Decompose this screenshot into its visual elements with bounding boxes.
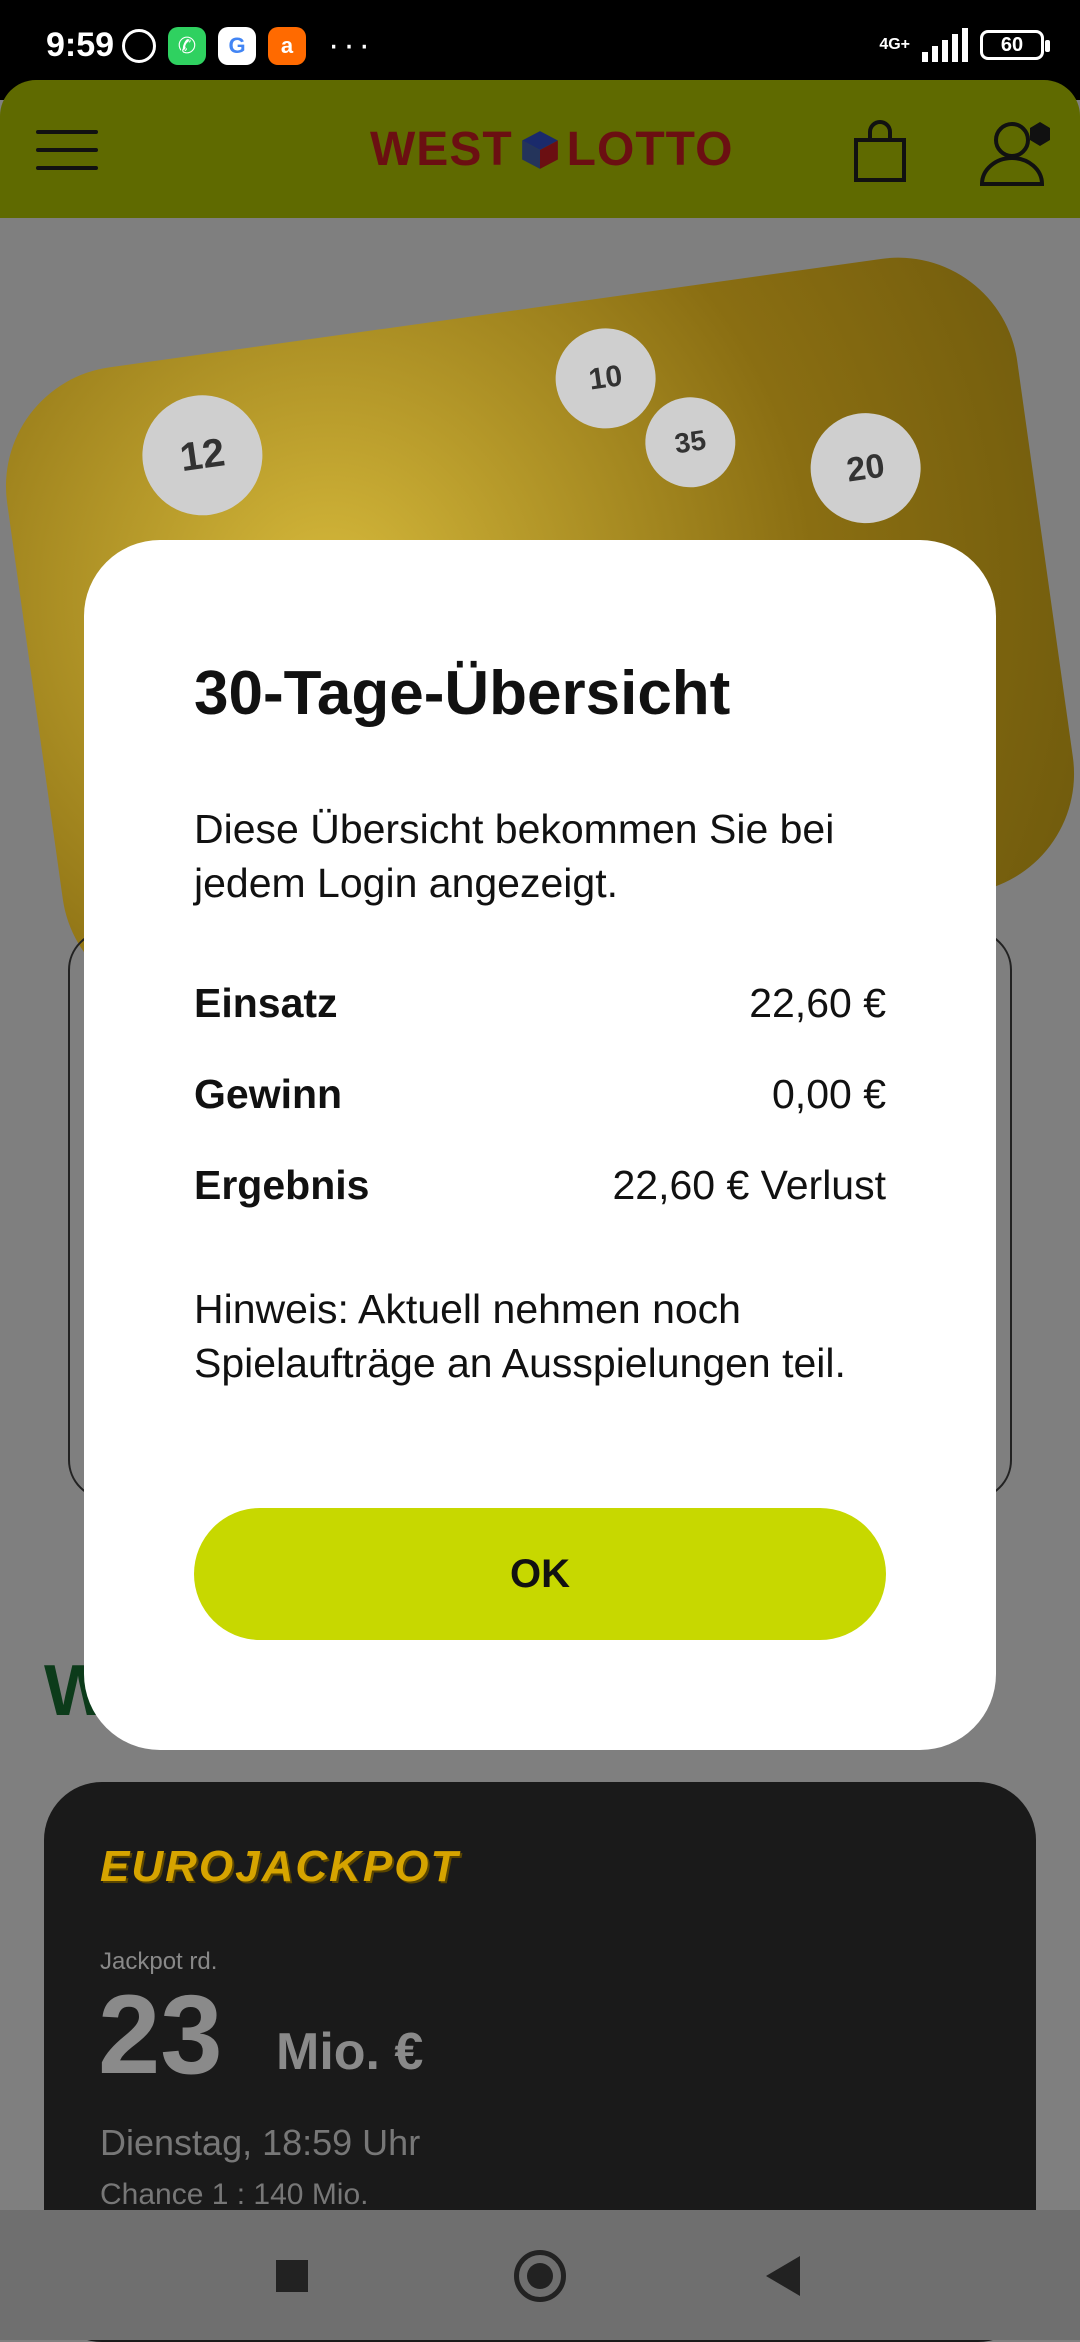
dialog-description: Diese Übersicht bekommen Sie bei jedem L… — [194, 806, 835, 906]
summary-row-ergebnis: Ergebnis 22,60 € Verlust — [194, 1162, 886, 1209]
summary-label: Gewinn — [194, 1071, 343, 1117]
summary-label: Ergebnis — [194, 1162, 370, 1208]
overview-dialog: 30-Tage-Übersicht Diese Übersicht bekomm… — [84, 540, 996, 1750]
summary-value: 0,00 € — [772, 1071, 886, 1117]
summary-row-gewinn: Gewinn 0,00 € — [194, 1071, 886, 1118]
summary-value: 22,60 € — [749, 980, 886, 1026]
dialog-note: Hinweis: Aktuell nehmen noch Spielaufträ… — [194, 1286, 846, 1386]
summary-label: Einsatz — [194, 980, 338, 1026]
dialog-title: 30-Tage-Übersicht — [194, 659, 731, 728]
summary-value: 22,60 € Verlust — [612, 1162, 886, 1208]
ok-button[interactable]: OK — [194, 1508, 886, 1640]
summary-row-einsatz: Einsatz 22,60 € — [194, 980, 886, 1027]
